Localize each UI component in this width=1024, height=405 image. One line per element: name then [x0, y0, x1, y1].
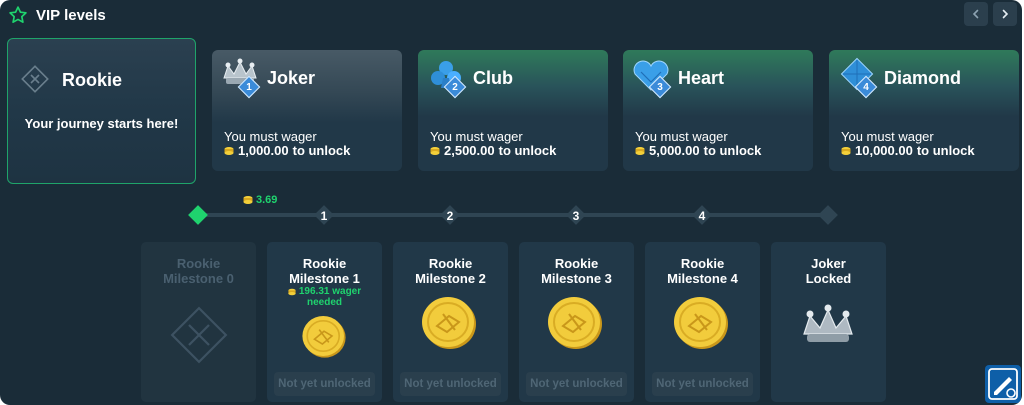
- wager-amount: 10,000.00 to unlock: [841, 143, 975, 158]
- wager-amount-value: 2,500.00: [444, 143, 495, 158]
- milestone-title: Rookie Milestone 3: [519, 256, 634, 286]
- gold-coin-icon: [422, 297, 476, 349]
- level-card-rookie[interactable]: Rookie Your journey starts here!: [7, 38, 196, 184]
- milestone-card-4[interactable]: Rookie Milestone 4 Not yet unlocked: [645, 242, 760, 402]
- gold-coin-icon: [548, 297, 602, 349]
- milestone-requirement: 196.31 wager needed: [267, 286, 382, 308]
- x-diamond-icon: [170, 306, 228, 364]
- milestone-title-line2: Milestone 4: [667, 271, 738, 286]
- star-outline-icon: [9, 6, 27, 23]
- progress-amount: 3.69: [243, 194, 277, 206]
- panel-header: VIP levels: [8, 4, 106, 26]
- level-name: Club: [473, 68, 513, 88]
- wager-amount-suffix: to unlock: [703, 143, 762, 158]
- panel-title: VIP levels: [36, 6, 106, 24]
- level-card-joker[interactable]: 1 Joker You must wager 1,000.00 to unloc…: [212, 50, 402, 171]
- progress-track: [198, 213, 830, 217]
- milestone-status: Not yet unlocked: [274, 372, 375, 396]
- progress-node-number: 4: [698, 209, 706, 223]
- milestone-title-line1: Rookie: [428, 256, 473, 271]
- milestone-title: Rookie Milestone 1: [267, 256, 382, 286]
- milestone-card-1[interactable]: Rookie Milestone 1 196.31 wager needed N…: [267, 242, 382, 402]
- wager-amount-suffix: to unlock: [916, 143, 975, 158]
- wager-amount: 5,000.00 to unlock: [635, 143, 761, 158]
- level-name: Heart: [678, 68, 725, 88]
- coin-stack-icon: [288, 288, 296, 295]
- wager-amount-value: 1,000.00: [238, 143, 289, 158]
- wager-amount-value: 5,000.00: [649, 143, 700, 158]
- progress-node: [818, 205, 838, 225]
- gold-coin-icon: [674, 297, 728, 349]
- level-badge-number: 4: [863, 81, 869, 93]
- milestone-title-line1: Rookie: [302, 256, 347, 271]
- x-diamond-icon: [21, 65, 49, 93]
- milestone-title-line1: Rookie: [176, 256, 221, 271]
- level-card-heart[interactable]: 3 Heart You must wager 5,000.00 to unloc…: [623, 50, 813, 171]
- gold-coin-icon: [302, 316, 346, 358]
- milestone-card-2[interactable]: Rookie Milestone 2 Not yet unlocked: [393, 242, 508, 402]
- milestone-title-line2: Milestone 3: [541, 271, 612, 286]
- wager-requirement-text: You must wager: [430, 129, 523, 144]
- wager-requirement-text: You must wager: [224, 129, 317, 144]
- level-badge-number: 3: [657, 81, 663, 93]
- progress-node-number: 3: [572, 209, 580, 223]
- progress-node-current: [188, 205, 208, 225]
- wager-requirement-text: You must wager: [635, 129, 728, 144]
- milestone-card-0[interactable]: Rookie Milestone 0: [141, 242, 256, 402]
- milestone-title-line1: Rookie: [554, 256, 599, 271]
- chevron-right-icon: [1002, 9, 1009, 19]
- coin-stack-icon: [430, 146, 440, 155]
- wager-amount-suffix: to unlock: [498, 143, 557, 158]
- wager-amount: 2,500.00 to unlock: [430, 143, 556, 158]
- corner-widget-button[interactable]: [985, 365, 1021, 403]
- milestone-title: Joker Locked: [771, 256, 886, 286]
- coin-stack-icon: [243, 196, 253, 204]
- progress-amount-value: 3.69: [256, 194, 278, 206]
- vip-levels-panel: VIP levels Rookie Your journey starts he…: [0, 0, 1022, 405]
- milestone-title-line2: Milestone 1: [289, 271, 360, 286]
- wager-amount: 1,000.00 to unlock: [224, 143, 350, 158]
- milestone-title: Rookie Milestone 4: [645, 256, 760, 286]
- prev-button[interactable]: [964, 2, 988, 26]
- milestone-title: Rookie Milestone 2: [393, 256, 508, 286]
- progress-node-number: 2: [446, 209, 454, 223]
- wager-requirement-text: You must wager: [841, 129, 934, 144]
- milestone-title: Rookie Milestone 0: [141, 256, 256, 286]
- milestone-status: Not yet unlocked: [400, 372, 501, 396]
- wager-amount-suffix: to unlock: [292, 143, 351, 158]
- chevron-left-icon: [972, 9, 979, 19]
- jester-crown-icon: [803, 304, 853, 342]
- coin-stack-icon: [224, 146, 234, 155]
- progress-node-number: 1: [320, 209, 328, 223]
- milestone-title-line2: Milestone 0: [163, 271, 234, 286]
- level-description: Your journey starts here!: [24, 116, 179, 131]
- next-button[interactable]: [993, 2, 1017, 26]
- level-name: Rookie: [62, 70, 123, 90]
- coin-stack-icon: [841, 146, 851, 155]
- milestone-card-3[interactable]: Rookie Milestone 3 Not yet unlocked: [519, 242, 634, 402]
- milestone-status: Not yet unlocked: [526, 372, 627, 396]
- level-name: Joker: [267, 68, 316, 88]
- coin-stack-icon: [635, 146, 645, 155]
- milestone-title-line2: Milestone 2: [415, 271, 486, 286]
- pen-settings-icon: [988, 368, 1018, 400]
- milestone-title-line2: Locked: [805, 271, 852, 286]
- milestone-title-line1: Rookie: [680, 256, 725, 271]
- milestone-card-joker[interactable]: Joker Locked: [771, 242, 886, 402]
- milestone-requirement-label: needed: [306, 297, 342, 308]
- milestone-requirement-amount: 196.31 wager: [298, 286, 362, 297]
- milestone-title-line1: Joker: [811, 256, 846, 271]
- level-card-club[interactable]: 2 Club You must wager 2,500.00 to unlock: [418, 50, 608, 171]
- level-card-diamond[interactable]: 4 Diamond You must wager 10,000.00 to un…: [829, 50, 1019, 171]
- wager-amount-value: 10,000.00: [855, 143, 913, 158]
- level-name: Diamond: [884, 68, 962, 88]
- milestone-status: Not yet unlocked: [652, 372, 753, 396]
- level-badge-number: 2: [452, 81, 458, 93]
- level-badge-number: 1: [246, 81, 252, 93]
